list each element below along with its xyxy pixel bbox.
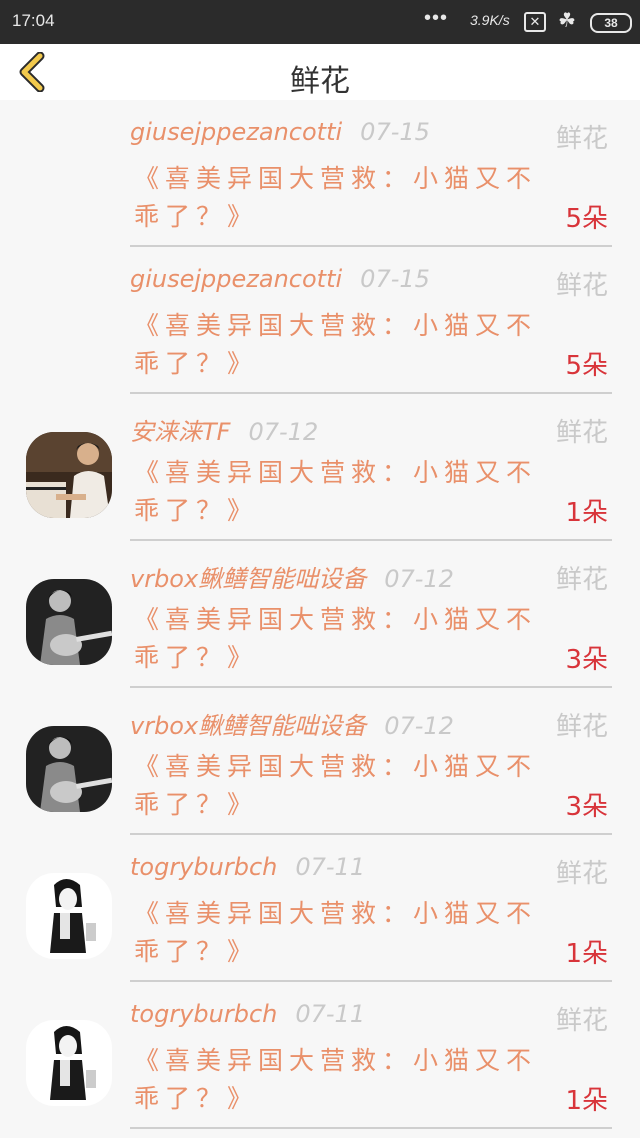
network-speed: 3.9K/s: [470, 12, 510, 28]
gift-type: 鲜花: [555, 712, 608, 742]
close-box-icon: ✕: [524, 12, 546, 32]
avatar[interactable]: [26, 873, 112, 959]
gift-type: 鲜花: [555, 859, 608, 889]
book-title[interactable]: 《喜美异国大营救：小猫又不乖了？》: [134, 601, 544, 677]
girl-sketch-icon: [26, 873, 112, 959]
username[interactable]: vrbox鳅鳝智能咄设备 07-12: [130, 706, 454, 741]
flower-count: 1朵: [565, 498, 608, 528]
divider: [130, 1127, 612, 1129]
list-item[interactable]: togryburbch 07-11 鲜花 《喜美异国大营救：小猫又不乖了？》 1朵: [0, 982, 640, 1129]
status-time: 17:04: [12, 11, 55, 30]
date: 07-15: [360, 265, 430, 293]
gift-type: 鲜花: [555, 418, 608, 448]
username[interactable]: vrbox鳅鳝智能咄设备 07-12: [130, 559, 454, 594]
list-item[interactable]: giusejppezancotti 07-15 鲜花 《喜美异国大营救：小猫又不乖…: [0, 100, 640, 247]
gift-type: 鲜花: [555, 1006, 608, 1036]
avatar[interactable]: [26, 1020, 112, 1106]
piano-photo-icon: [26, 432, 112, 518]
username[interactable]: togryburbch 07-11: [130, 1000, 365, 1028]
username[interactable]: togryburbch 07-11: [130, 853, 365, 881]
book-title[interactable]: 《喜美异国大营救：小猫又不乖了？》: [134, 307, 544, 383]
date: 07-12: [248, 418, 319, 446]
username[interactable]: giusejppezancotti 07-15: [130, 265, 430, 293]
girl-sketch-icon: [26, 1020, 112, 1106]
battery-indicator: 38: [590, 13, 632, 33]
gift-list: giusejppezancotti 07-15 鲜花 《喜美异国大营救：小猫又不乖…: [0, 100, 640, 1129]
status-dots: •••: [424, 7, 449, 29]
username[interactable]: 安涞涞TF 07-12: [130, 412, 318, 447]
username[interactable]: giusejppezancotti 07-15: [130, 118, 430, 146]
book-title[interactable]: 《喜美异国大营救：小猫又不乖了？》: [134, 895, 544, 971]
list-item[interactable]: giusejppezancotti 07-15 鲜花 《喜美异国大营救：小猫又不乖…: [0, 247, 640, 394]
gift-type: 鲜花: [555, 124, 608, 154]
flower-count: 3朵: [565, 645, 608, 675]
avatar[interactable]: [26, 432, 112, 518]
nav-bar: 鲜花: [0, 44, 640, 100]
book-title[interactable]: 《喜美异国大营救：小猫又不乖了？》: [134, 160, 544, 236]
page-title: 鲜花: [290, 64, 350, 99]
flower-count: 1朵: [565, 939, 608, 969]
list-item[interactable]: vrbox鳅鳝智能咄设备 07-12 鲜花 《喜美异国大营救：小猫又不乖了？》 3…: [0, 541, 640, 688]
gift-type: 鲜花: [555, 271, 608, 301]
date: 07-11: [295, 1000, 366, 1028]
flower-count: 5朵: [565, 204, 608, 234]
list-item[interactable]: vrbox鳅鳝智能咄设备 07-12 鲜花 《喜美异国大营救：小猫又不乖了？》 3…: [0, 688, 640, 835]
avatar[interactable]: [26, 579, 112, 665]
status-bar: 17:04 ••• 3.9K/s ✕ ☘ 38: [0, 0, 640, 44]
date: 07-15: [360, 118, 430, 146]
avatar[interactable]: [26, 726, 112, 812]
gift-type: 鲜花: [555, 565, 608, 595]
list-item[interactable]: 安涞涞TF 07-12 鲜花 《喜美异国大营救：小猫又不乖了？》 1朵: [0, 394, 640, 541]
list-item[interactable]: togryburbch 07-11 鲜花 《喜美异国大营救：小猫又不乖了？》 1朵: [0, 835, 640, 982]
date: 07-12: [384, 565, 454, 593]
guitar-photo-icon: [26, 726, 112, 812]
flower-count: 3朵: [565, 792, 608, 822]
flower-count: 1朵: [565, 1086, 608, 1116]
book-title[interactable]: 《喜美异国大营救：小猫又不乖了？》: [134, 1042, 544, 1118]
date: 07-12: [384, 712, 454, 740]
flower-count: 5朵: [565, 351, 608, 381]
clover-icon: ☘: [558, 10, 576, 32]
book-title[interactable]: 《喜美异国大营救：小猫又不乖了？》: [134, 748, 544, 824]
guitar-photo-icon: [26, 579, 112, 665]
book-title[interactable]: 《喜美异国大营救：小猫又不乖了？》: [134, 454, 544, 530]
date: 07-11: [295, 853, 366, 881]
